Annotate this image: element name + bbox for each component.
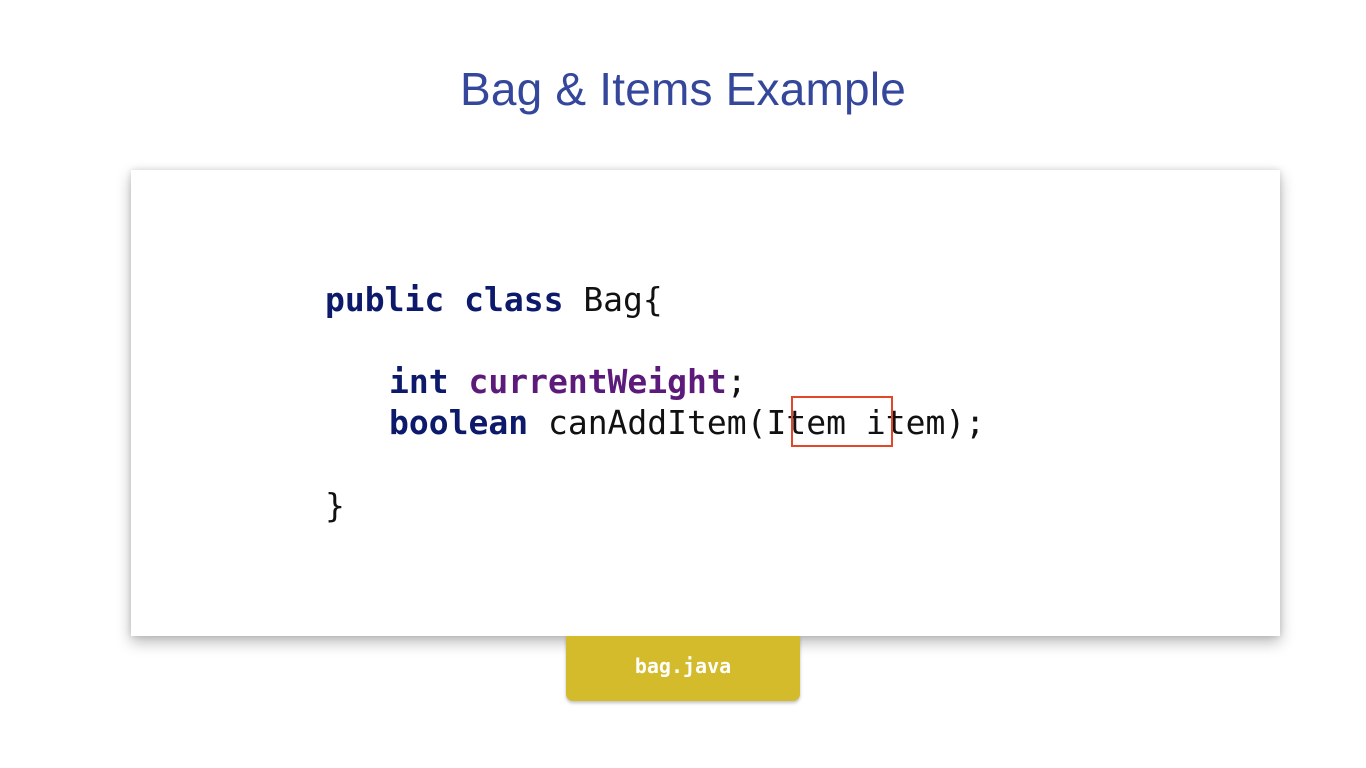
field-semicolon: ;	[726, 362, 747, 401]
keyword-class: class	[464, 280, 564, 319]
highlight-box	[791, 396, 893, 447]
code-card: public class Bag{ int currentWeight; boo…	[131, 170, 1280, 636]
method-signature-start: canAddItem(	[547, 403, 767, 442]
file-tab-label: bag.java	[634, 653, 732, 678]
keyword-public: public	[325, 280, 445, 319]
code-line-closing-brace: }	[325, 486, 345, 525]
keyword-int: int	[389, 362, 449, 401]
slide-title: Bag & Items Example	[459, 63, 907, 115]
keyword-boolean: boolean	[389, 403, 529, 442]
class-name: Bag{	[583, 280, 663, 319]
file-tab[interactable]: bag.java	[566, 636, 800, 701]
code-line-method: boolean canAddItem(Item item);	[389, 403, 985, 443]
code-line-class-declaration: public class Bag{	[325, 280, 663, 320]
code-line-field: int currentWeight;	[389, 362, 747, 402]
field-current-weight: currentWeight	[468, 362, 727, 401]
